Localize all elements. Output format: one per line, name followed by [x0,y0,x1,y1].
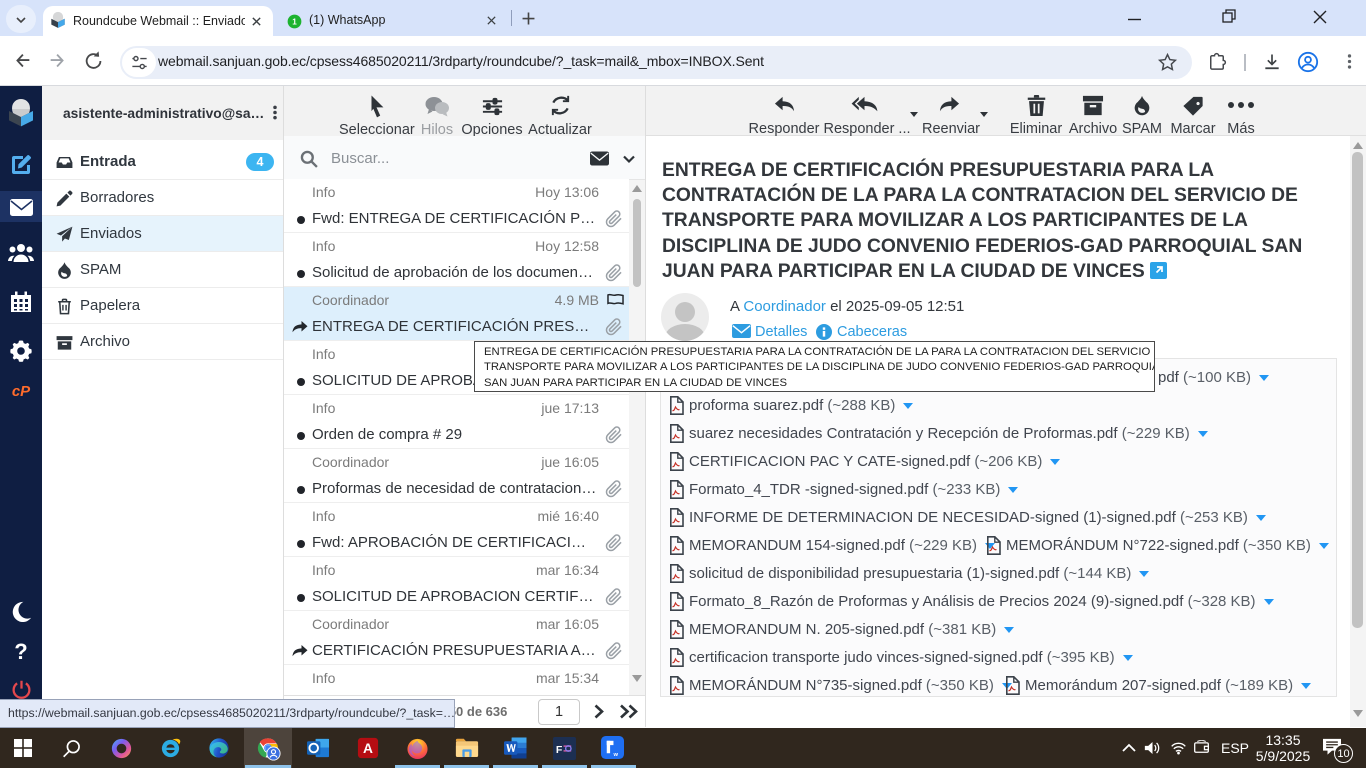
svg-text:1: 1 [292,17,297,26]
svg-text:F: F [556,744,563,756]
svg-text:A: A [363,741,373,756]
svg-text:w: w [612,752,618,758]
